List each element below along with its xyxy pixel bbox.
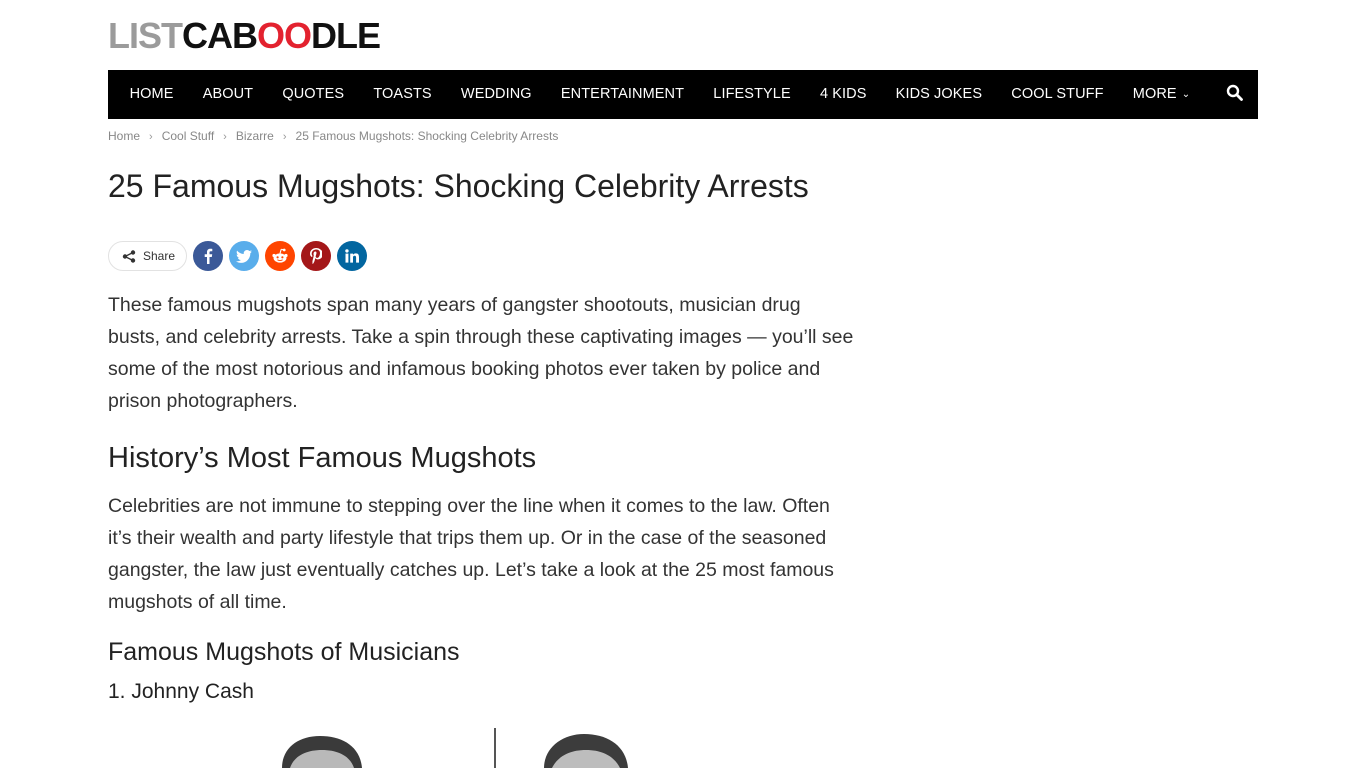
breadcrumb-current: 25 Famous Mugshots: Shocking Celebrity A… <box>295 129 559 143</box>
breadcrumb-cool-stuff[interactable]: Cool Stuff <box>162 129 214 143</box>
nav-4-kids[interactable]: 4 KIDS <box>805 70 881 119</box>
share-row: Share <box>108 241 368 271</box>
logo-part-cab: CAB <box>182 15 258 56</box>
mugshot-image <box>210 726 670 768</box>
nav-toasts[interactable]: TOASTS <box>359 70 447 119</box>
twitter-share-button[interactable] <box>229 241 260 271</box>
site-logo[interactable]: LISTCABOODLE <box>108 15 381 56</box>
page-title: 25 Famous Mugshots: Shocking Celebrity A… <box>108 168 809 204</box>
subsection-heading: Famous Mugshots of Musicians <box>108 638 460 666</box>
nav-wedding[interactable]: WEDDING <box>446 70 546 119</box>
section-paragraph: Celebrities are not immune to stepping o… <box>108 495 834 613</box>
breadcrumb: Home › Cool Stuff › Bizarre › 25 Famous Mugsho… <box>108 129 558 143</box>
linkedin-share-button[interactable] <box>337 241 368 271</box>
facebook-share-button[interactable] <box>193 241 224 271</box>
reddit-share-button[interactable] <box>265 241 296 271</box>
linkedin-icon <box>345 249 360 263</box>
article-body: These famous mugshots span many years of… <box>108 289 858 706</box>
item-heading: 1. Johnny Cash <box>108 680 254 703</box>
chevron-right-icon: › <box>282 131 287 143</box>
reddit-icon <box>272 248 288 263</box>
nav-entertainment[interactable]: ENTERTAINMENT <box>546 70 698 119</box>
share-icon <box>122 249 136 263</box>
breadcrumb-bizarre[interactable]: Bizarre <box>236 129 274 143</box>
nav-cool-stuff[interactable]: COOL STUFF <box>997 70 1119 119</box>
nav-quotes[interactable]: QUOTES <box>268 70 359 119</box>
nav-more[interactable]: MORE ⌄ <box>1118 70 1205 119</box>
logo-part-dle: DLE <box>311 15 381 56</box>
pinterest-icon <box>310 248 323 264</box>
logo-part-list: LIST <box>108 15 183 56</box>
chevron-right-icon: › <box>223 131 227 143</box>
twitter-icon <box>236 249 253 263</box>
search-icon[interactable] <box>1226 84 1244 102</box>
intro-paragraph: These famous mugshots span many years of… <box>108 294 854 412</box>
facebook-icon <box>204 248 213 264</box>
chevron-right-icon: › <box>149 131 153 143</box>
share-button[interactable]: Share <box>108 241 188 271</box>
main-navigation: HOME ABOUT QUOTES TOASTS WEDDING ENTERTA… <box>108 70 1258 119</box>
nav-items: HOME ABOUT QUOTES TOASTS WEDDING ENTERTA… <box>108 70 1205 119</box>
nav-lifestyle[interactable]: LIFESTYLE <box>699 70 806 119</box>
chevron-down-icon: ⌄ <box>1181 89 1191 100</box>
nav-kids-jokes[interactable]: KIDS JOKES <box>881 70 997 119</box>
breadcrumb-home[interactable]: Home <box>108 129 140 143</box>
mugshot-photo <box>210 726 670 768</box>
pinterest-share-button[interactable] <box>301 241 332 271</box>
share-label: Share <box>143 249 176 263</box>
nav-home[interactable]: HOME <box>115 70 188 119</box>
logo-part-oo: OO <box>257 15 312 56</box>
nav-about[interactable]: ABOUT <box>188 70 268 119</box>
section-heading: History’s Most Famous Mugshots <box>108 442 537 474</box>
nav-more-label: MORE <box>1132 86 1177 102</box>
